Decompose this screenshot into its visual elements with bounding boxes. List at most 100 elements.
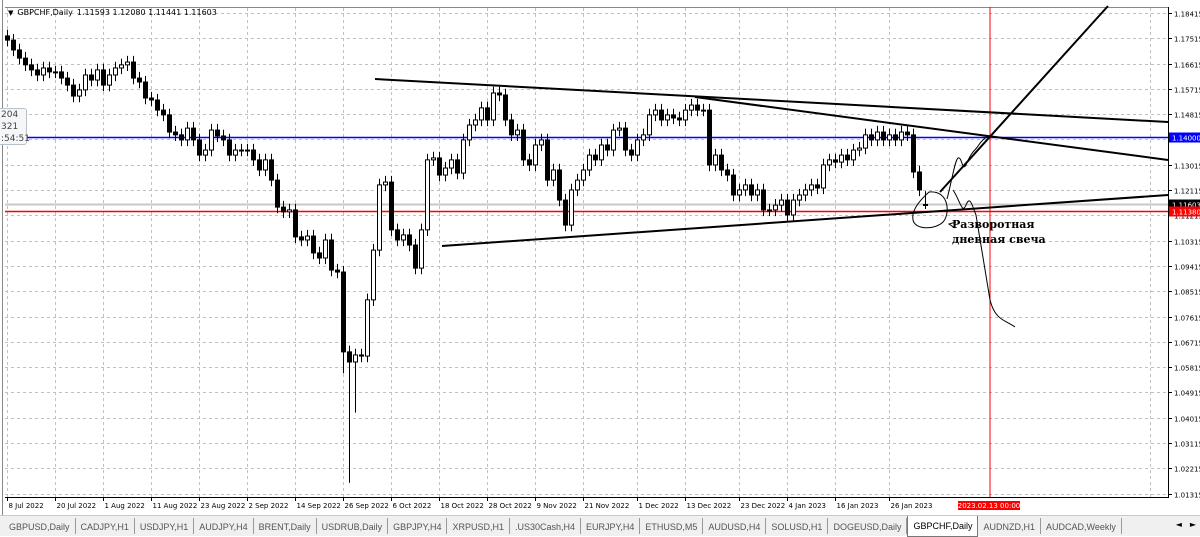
- candle-body-bull: [803, 189, 808, 196]
- candle-body-bull: [575, 179, 580, 191]
- candle-body-bull: [839, 154, 844, 163]
- crosshair-tooltip: 204 321 :54:51: [0, 108, 30, 145]
- dropdown-triangle-icon[interactable]: ▼: [8, 9, 13, 17]
- tab-gbpjpy-h4[interactable]: GBPJPY,H4: [388, 518, 448, 534]
- scroll-left-icon[interactable]: ◄: [1176, 520, 1182, 529]
- candle: [425, 153, 430, 237]
- time-tick-label: 1 Dec 2022: [639, 502, 679, 510]
- candle-body-bear: [881, 131, 886, 141]
- time-tick-label: 16 Jan 2023: [837, 502, 879, 510]
- time-tick-label: 14 Sep 2022: [297, 502, 341, 510]
- candle-body-bear: [749, 184, 754, 196]
- price-chart[interactable]: Разворотная дневная свеча 1.18415 1.17515…: [0, 0, 1200, 515]
- tab-audusd-h4[interactable]: AUDUSD,H4: [703, 518, 767, 534]
- tab-brent-daily[interactable]: BRENT,Daily: [254, 518, 317, 534]
- hline-price-label: 1.14000: [1172, 135, 1200, 143]
- scroll-right-icon[interactable]: ►: [1190, 520, 1196, 529]
- candle: [419, 223, 424, 275]
- candle-body-bull: [587, 154, 592, 171]
- candle-body-bull: [473, 119, 478, 126]
- candle-body-bull: [77, 89, 82, 97]
- price-tick-label: 1.06715: [1174, 340, 1200, 348]
- tab-audcad-weekly[interactable]: AUDCAD,Weekly: [1041, 518, 1122, 534]
- tab-usdrub-daily[interactable]: USDRUB,Daily: [317, 518, 389, 534]
- candle: [371, 243, 376, 307]
- candle-body-bear: [437, 157, 442, 176]
- candle-body-bear: [149, 97, 154, 101]
- tab-audjpy-h4[interactable]: AUDJPY,H4: [194, 518, 254, 534]
- candle-body-bull: [737, 189, 742, 196]
- candle-body-bear: [593, 154, 598, 161]
- candle-body-bear: [905, 131, 910, 136]
- candle-body-bear: [623, 127, 628, 151]
- tooltip-line: :54:51: [1, 134, 30, 144]
- time-tick-label: 28 Oct 2022: [489, 502, 532, 510]
- candle-body-bear: [815, 184, 820, 189]
- candle-body-bear: [173, 131, 178, 136]
- candle: [521, 123, 526, 167]
- tab-xrpusd-h1[interactable]: XRPUSD,H1: [447, 518, 510, 534]
- candle-body-bear: [299, 236, 304, 241]
- candle-body-bull: [443, 167, 448, 176]
- candle-body-bear: [707, 109, 712, 166]
- price-tick-label: 1.14815: [1174, 112, 1200, 120]
- annotation-line-2: дневная свеча: [952, 233, 1046, 246]
- tab-dogeusd-daily[interactable]: DOGEUSD,Daily: [828, 518, 908, 534]
- candle-body-bull: [515, 129, 520, 136]
- candle-body-bear: [137, 77, 142, 83]
- candle-body-bull: [689, 104, 694, 111]
- candle-body-bull: [491, 92, 496, 121]
- candle-body-bear: [785, 199, 790, 216]
- candle-body-bear: [17, 49, 22, 59]
- candle-body-bear: [35, 69, 40, 76]
- tab-gbpusd-daily[interactable]: GBPUSD,Daily: [4, 518, 76, 534]
- tab-gbpchf-daily[interactable]: GBPCHF,Daily: [907, 516, 979, 537]
- tab-us30cash-h4[interactable]: .US30Cash,H4: [510, 518, 582, 534]
- price-tick-label: 1.08515: [1174, 289, 1200, 297]
- tab-usdjpy-h1[interactable]: USDJPY,H1: [135, 518, 195, 534]
- candle-body-bear: [311, 235, 316, 254]
- candle-body-bear: [395, 229, 400, 241]
- candle: [377, 178, 382, 257]
- candle-body-bull: [95, 69, 100, 81]
- candle-body-bear: [503, 94, 508, 121]
- candle-body-bear: [227, 139, 232, 156]
- tab-ethusd-m5[interactable]: ETHUSD,M5: [640, 518, 704, 534]
- candle-body-bear: [677, 117, 682, 121]
- candle-body-bear: [59, 71, 64, 79]
- candle-body-bull: [899, 131, 904, 141]
- candle-body-bear: [47, 67, 52, 73]
- candle-body-bull: [791, 199, 796, 216]
- candle-body-bull: [305, 235, 310, 241]
- price-tick-label: 1.12115: [1174, 188, 1200, 196]
- candle-body-bull: [113, 67, 118, 76]
- vline-time-label: 2023.02.13 00:00: [958, 502, 1020, 510]
- tooltip-line: 204: [1, 110, 19, 120]
- candle: [545, 133, 550, 187]
- candle-body-bear: [671, 114, 676, 119]
- candle-body-bull: [449, 159, 454, 169]
- candle-body-bear: [65, 77, 70, 86]
- price-tick-label: 1.05815: [1174, 365, 1200, 373]
- candle-body-bear: [761, 189, 766, 211]
- tab-cadjpy-h1[interactable]: CADJPY,H1: [76, 518, 135, 534]
- candle: [911, 128, 916, 179]
- candle-body-bear: [155, 99, 160, 111]
- candle-body-bear: [563, 199, 568, 226]
- candle-body-bull: [461, 139, 466, 174]
- time-tick-label: 2 Sep 2022: [249, 502, 289, 510]
- candle-body-bear: [605, 144, 610, 151]
- candle-body-bull: [377, 184, 382, 251]
- candle-body-bull: [431, 157, 436, 161]
- tab-audnzd-h1[interactable]: AUDNZD,H1: [978, 518, 1041, 534]
- candle-body-bull: [383, 181, 388, 186]
- candle-body-bull: [797, 194, 802, 201]
- tab-eurjpy-h4[interactable]: EURJPY,H4: [581, 518, 641, 534]
- candle-body-bull: [701, 109, 706, 112]
- candle-body-bear: [197, 139, 202, 156]
- candle-body-bear: [731, 174, 736, 196]
- candle-body-bear: [893, 134, 898, 141]
- candle: [365, 293, 370, 363]
- ohlc-values: 1.11593 1.12080 1.11441 1.11603: [76, 8, 217, 17]
- tab-solusd-h1[interactable]: SOLUSD,H1: [766, 518, 829, 534]
